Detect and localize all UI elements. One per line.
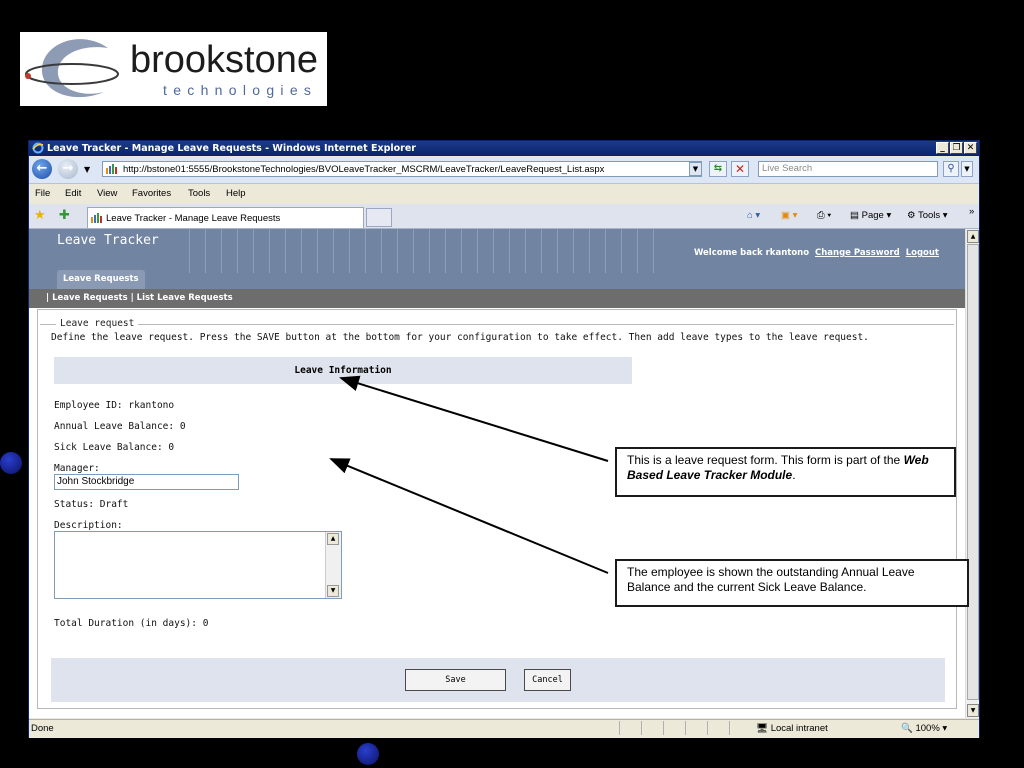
page-scrollbar[interactable]: ▲ ▼: [965, 229, 979, 718]
app-header: Leave Tracker Welcome back rkantono Chan…: [29, 229, 965, 289]
section-title: Leave Information: [294, 365, 392, 376]
tab-leave-tracker[interactable]: Leave Tracker - Manage Leave Requests: [87, 207, 364, 228]
section-header: Leave Information: [54, 357, 632, 384]
callout-text: This is a leave request form. This form …: [627, 453, 904, 467]
logo-subtitle: technologies: [163, 82, 318, 98]
status-cell: [663, 721, 683, 735]
search-input[interactable]: Live Search: [758, 161, 938, 177]
status-cell: [685, 721, 705, 735]
search-options-icon[interactable]: ▼: [961, 161, 973, 177]
welcome-label: Welcome back rkantono: [693, 248, 810, 258]
zoom-label: 100%: [915, 723, 940, 734]
form-legend: Leave request: [56, 318, 139, 329]
description-textarea[interactable]: ▲ ▼: [54, 531, 342, 599]
decorative-dot: [0, 452, 22, 474]
security-zone: 🖥 Local intranet: [756, 723, 828, 734]
zone-label: Local intranet: [770, 723, 828, 734]
page-menu-label: Page: [861, 210, 884, 221]
employee-id: Employee ID: rkantono: [54, 400, 175, 411]
callout-form-description: This is a leave request form. This form …: [615, 447, 956, 497]
sick-leave-balance: Sick Leave Balance: 0: [54, 442, 175, 453]
menu-tools[interactable]: Tools: [188, 188, 210, 199]
minimize-button[interactable]: _: [936, 142, 949, 154]
scroll-down-icon[interactable]: ▼: [327, 585, 339, 597]
status-bar: Done 🖥 Local intranet 🔍 100% ▾: [29, 719, 979, 738]
save-button[interactable]: Save: [405, 669, 506, 691]
forward-button[interactable]: →: [58, 159, 78, 179]
welcome-text: Welcome back rkantono Change Password Lo…: [694, 248, 939, 258]
history-dropdown-icon[interactable]: ▼: [84, 165, 90, 174]
window-title: Leave Tracker - Manage Leave Requests - …: [47, 143, 416, 154]
add-favorites-icon[interactable]: ✚: [59, 208, 70, 223]
tab-bar: ★ ✚ Leave Tracker - Manage Leave Request…: [29, 204, 979, 229]
scroll-up-icon[interactable]: ▲: [967, 230, 979, 243]
leave-request-form: Leave request Define the leave request. …: [37, 309, 957, 709]
total-duration: Total Duration (in days): 0: [54, 618, 209, 629]
decorative-dot: [357, 743, 379, 765]
callout-end: .: [792, 468, 796, 482]
url-input[interactable]: http://bstone01:5555/BrookstoneTechnolog…: [102, 161, 702, 177]
logout-link[interactable]: Logout: [906, 248, 939, 258]
form-intro: Define the leave request. Press the SAVE…: [51, 332, 869, 343]
scroll-up-icon[interactable]: ▲: [327, 533, 339, 545]
button-bar: Save Cancel: [51, 658, 945, 702]
url-text: http://bstone01:5555/BrookstoneTechnolog…: [123, 164, 605, 175]
ie-icon: [32, 142, 44, 154]
search-icon[interactable]: ⚲: [943, 161, 959, 177]
zoom-level[interactable]: 🔍 100% ▾: [901, 723, 947, 734]
menu-edit[interactable]: Edit: [65, 188, 81, 199]
status-cell: [641, 721, 661, 735]
page-menu[interactable]: ▤ Page ▾: [850, 210, 891, 221]
cancel-button[interactable]: Cancel: [524, 669, 571, 691]
scroll-thumb[interactable]: [967, 244, 979, 700]
change-password-link[interactable]: Change Password: [815, 248, 900, 258]
back-button[interactable]: ←: [32, 159, 52, 179]
manager-label: Manager:: [54, 463, 100, 474]
callout-balances: The employee is shown the outstanding An…: [615, 559, 969, 607]
description-label: Description:: [54, 520, 123, 531]
print-icon[interactable]: ⎙ ▾: [817, 210, 831, 221]
app-title: Leave Tracker: [57, 233, 159, 248]
menu-favorites[interactable]: Favorites: [132, 188, 171, 199]
page-icon: [106, 164, 117, 174]
browser-window: Leave Tracker - Manage Leave Requests - …: [28, 140, 980, 738]
stop-icon[interactable]: ✕: [731, 161, 749, 177]
favorites-star-icon[interactable]: ★: [34, 208, 46, 223]
manager-field[interactable]: John Stockbridge: [54, 474, 239, 490]
url-dropdown-icon[interactable]: ▼: [689, 162, 702, 176]
tools-menu-label: Tools: [917, 210, 941, 221]
refresh-icon[interactable]: ⇆: [709, 161, 727, 177]
menu-view[interactable]: View: [97, 188, 117, 199]
new-tab-button[interactable]: [366, 208, 392, 227]
menu-help[interactable]: Help: [226, 188, 246, 199]
status-cell: [707, 721, 727, 735]
annual-leave-balance: Annual Leave Balance: 0: [54, 421, 186, 432]
tab-leave-requests[interactable]: Leave Requests: [57, 270, 145, 289]
menu-file[interactable]: File: [35, 188, 50, 199]
textarea-scrollbar[interactable]: ▲ ▼: [325, 532, 341, 598]
header-pattern: [179, 229, 659, 273]
tools-menu[interactable]: ⚙ Tools ▾: [907, 210, 948, 221]
status-cell: [619, 721, 639, 735]
address-bar: ← → ▼ http://bstone01:5555/BrookstoneTec…: [29, 157, 979, 184]
brookstone-logo: brookstone technologies: [20, 32, 327, 106]
logo-swoosh-icon: [25, 39, 119, 98]
status-text: Status: Draft: [54, 499, 129, 510]
sub-navigation: | Leave Requests | List Leave Requests: [29, 289, 965, 308]
home-icon[interactable]: ⌂ ▾: [747, 210, 760, 221]
close-button[interactable]: ✕: [964, 142, 977, 154]
menu-bar: File Edit View Favorites Tools Help: [29, 184, 979, 204]
subnav-links[interactable]: | Leave Requests | List Leave Requests: [46, 289, 233, 308]
scroll-down-icon[interactable]: ▼: [967, 704, 979, 717]
tab-label: Leave Tracker - Manage Leave Requests: [106, 213, 281, 224]
logo-name: brookstone: [130, 39, 319, 81]
window-titlebar: Leave Tracker - Manage Leave Requests - …: [29, 141, 979, 156]
page-icon: [91, 213, 102, 223]
feeds-icon[interactable]: ▣ ▾: [781, 210, 797, 221]
maximize-button[interactable]: ❐: [950, 142, 963, 154]
more-commands-icon[interactable]: »: [969, 206, 974, 217]
status-cell: [729, 721, 749, 735]
fieldset-border: [40, 324, 954, 325]
status-text: Done: [31, 723, 54, 734]
